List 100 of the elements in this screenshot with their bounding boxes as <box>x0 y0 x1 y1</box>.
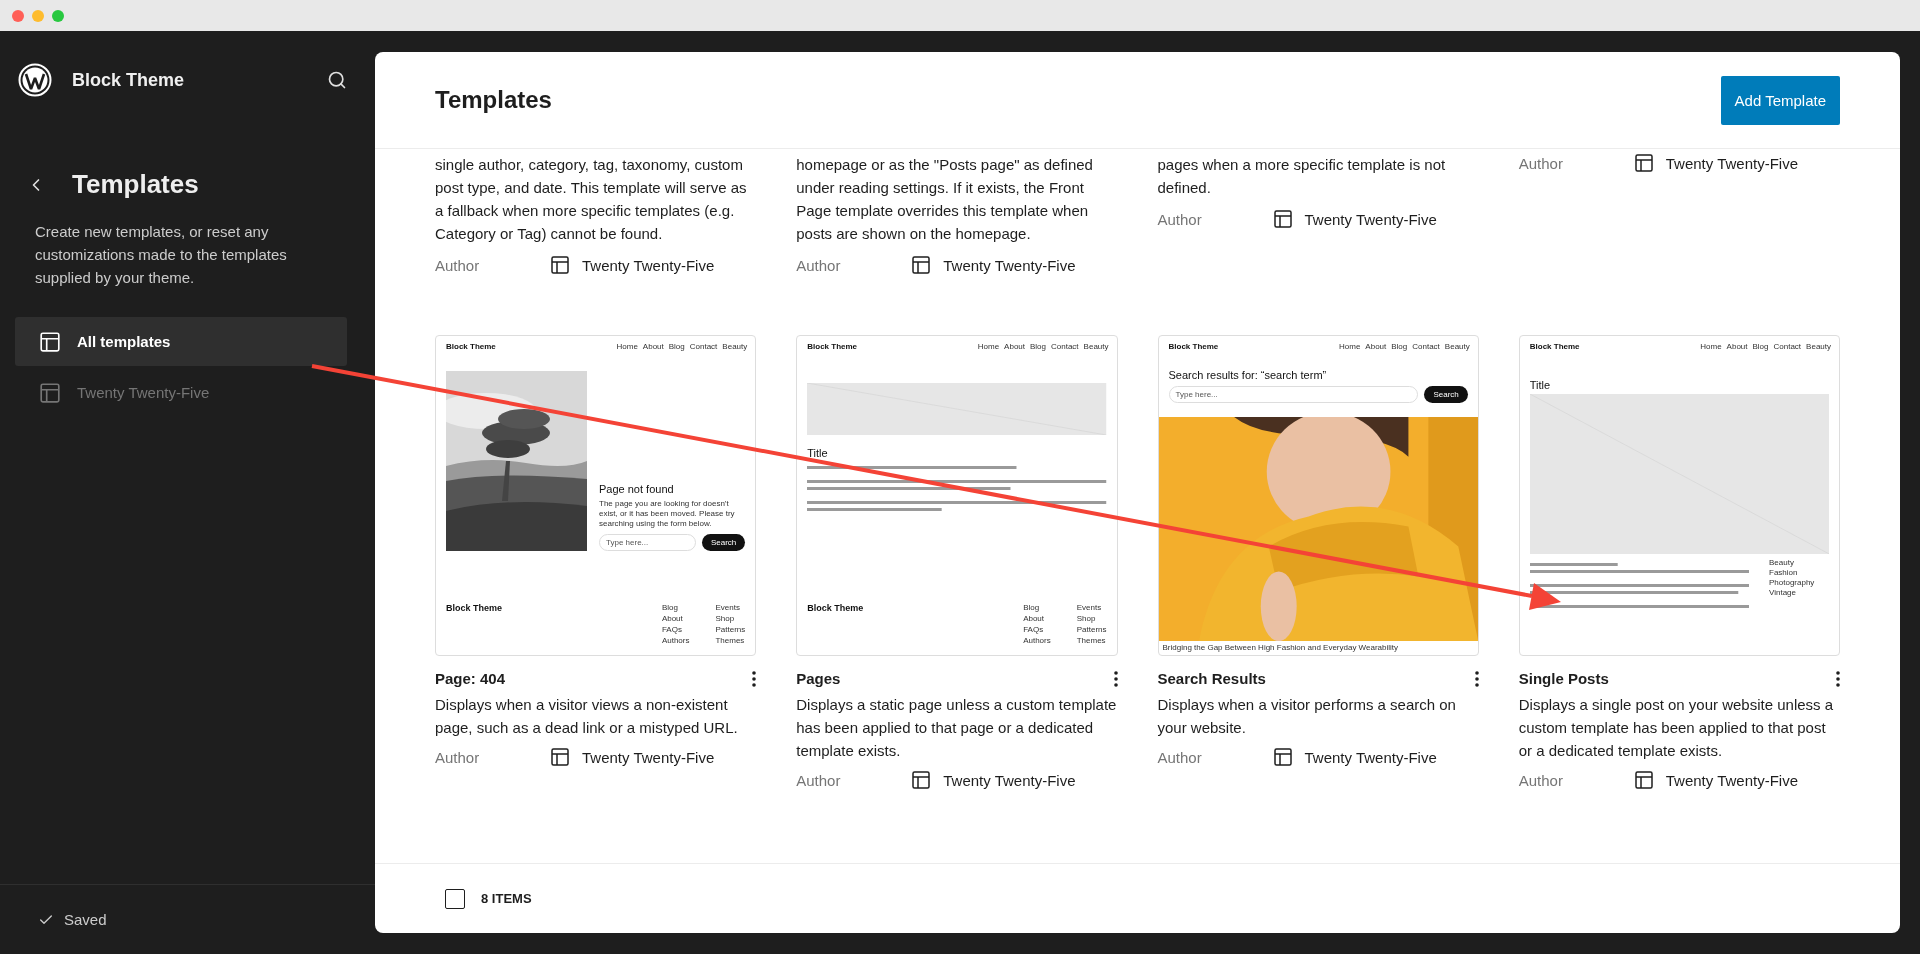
nav-link: Contact <box>1051 342 1079 351</box>
preview-tag: Vintage <box>1769 588 1829 598</box>
layout-icon <box>1272 747 1293 767</box>
layout-icon <box>550 747 570 767</box>
nav-link: Blog <box>1030 342 1046 351</box>
template-description: pages when a more specific template is not defined. <box>1157 155 1447 198</box>
nav-link: Home <box>616 342 638 351</box>
sidebar-heading: Templates <box>72 169 199 200</box>
save-status: Saved <box>64 911 107 928</box>
layout-icon <box>911 255 932 275</box>
template-preview[interactable]: Block Theme Home About Blog Contact Beauty Title Beauty Fashion Photography Vintage <box>1518 335 1840 656</box>
layout-icon <box>1272 209 1293 229</box>
select-all-checkbox[interactable] <box>445 888 465 909</box>
template-preview[interactable] <box>435 335 757 656</box>
preview-heading: Search results for: “search term” <box>1168 369 1328 381</box>
theme-name: Twenty Twenty-Five <box>943 256 1076 274</box>
template-description: homepage or as the "Posts page" as defined under reading settings. If it exists, the Front Page template overrides this template when posts are shown on the homepage. <box>796 155 1094 244</box>
preview-caption: Bridging the Gap Between High Fashion and Everyday Wearability <box>1161 642 1400 654</box>
preview-tag: Fashion <box>1769 568 1829 578</box>
item-count: 8 ITEMS <box>481 891 532 906</box>
site-title: Block Theme <box>807 342 858 351</box>
nav-link: About <box>642 342 664 351</box>
nav-link: Beauty <box>1444 342 1470 351</box>
more-options-button[interactable] <box>752 670 757 687</box>
nav-link: Contact <box>1773 342 1802 351</box>
nav-link: About <box>1004 342 1025 351</box>
layout-icon <box>550 255 570 275</box>
nav-link: Home <box>977 342 1000 351</box>
footer-link: Events <box>1076 603 1103 612</box>
footer-link: Authors <box>661 636 690 645</box>
more-icon <box>1474 670 1479 687</box>
preview-search-button: Search <box>1424 386 1468 403</box>
nav-link: Blog <box>1752 342 1769 351</box>
footer-link: Themes <box>715 636 746 645</box>
preview-heading: Page not found <box>599 483 675 495</box>
footer-link: Shop <box>1076 614 1097 623</box>
author-label: Author <box>1157 210 1203 228</box>
theme-name: Twenty Twenty-Five <box>1304 748 1437 766</box>
theme-name: Twenty Twenty-Five <box>582 256 715 274</box>
footer-link: Patterns <box>1076 625 1107 634</box>
preview-tag: Beauty <box>1769 558 1829 568</box>
more-icon <box>1113 670 1118 687</box>
author-label: Author <box>1518 154 1564 172</box>
footer-title: Block Theme <box>807 603 864 615</box>
template-title[interactable]: Search Results <box>1157 670 1266 687</box>
nav-link: Contact <box>1412 342 1440 351</box>
template-title[interactable]: Pages <box>796 670 841 687</box>
template-description: Displays a single post on your website unless a custom template has been applied to that post or a dedicated template exists. <box>1518 695 1835 761</box>
layout-icon <box>1633 770 1654 790</box>
search-icon <box>327 70 347 90</box>
site-title: Block Theme <box>446 342 496 351</box>
more-options-button[interactable] <box>1113 670 1118 687</box>
template-title[interactable]: Page: 404 <box>435 670 506 687</box>
layout-icon <box>911 770 932 790</box>
sidebar-item[interactable]: All templates <box>15 317 347 366</box>
preview-text: The page you are looking for doesn't exist, or it has been moved. Please try searching using the form below. <box>599 499 736 529</box>
template-description: Displays when a visitor performs a search on your website. <box>1157 695 1457 738</box>
footer-link: About <box>661 614 684 623</box>
nav-link: About <box>1365 342 1387 351</box>
footer-link: Authors <box>1023 636 1051 645</box>
nav-link: About <box>1726 342 1748 351</box>
nav-link: Beauty <box>1806 342 1831 351</box>
add-template-button[interactable]: Add Template <box>1720 75 1840 125</box>
theme-name: Twenty Twenty-Five <box>1304 210 1437 228</box>
wordpress-logo[interactable] <box>18 63 52 97</box>
nav-link: Blog <box>668 342 685 351</box>
template-description: single author, category, tag, taxonomy, custom post type, and date. This template will serve as a fallback when more specific templates (e.g. Category or Tag) cannot be found. <box>435 155 748 244</box>
theme-name: Twenty Twenty-Five <box>1665 154 1799 172</box>
nav-link: Beauty <box>722 342 748 351</box>
site-title: Block Theme <box>72 69 186 91</box>
nav-link: Home <box>1339 342 1361 351</box>
layout-icon <box>39 381 61 404</box>
author-label: Author <box>796 771 842 789</box>
more-options-button[interactable] <box>1474 670 1479 687</box>
more-options-button[interactable] <box>1836 670 1840 687</box>
author-label: Author <box>796 256 842 274</box>
author-label: Author <box>1157 748 1203 766</box>
template-title[interactable]: Single Posts <box>1518 670 1609 687</box>
theme-name: Twenty Twenty-Five <box>582 748 715 766</box>
template-preview[interactable]: Block Theme Home About Blog Contact Beauty Title Block Theme Blog About FAQs Authors Events Shop Patterns Themes <box>796 335 1118 656</box>
footer-link: About <box>1023 614 1046 623</box>
theme-name: Twenty Twenty-Five <box>943 771 1076 789</box>
sidebar-item[interactable]: Twenty Twenty-Five <box>15 368 347 417</box>
nav-link: Blog <box>1391 342 1408 351</box>
footer-link: Events <box>715 603 741 612</box>
more-icon <box>1836 670 1840 687</box>
template-description: Displays a static page unless a custom template has been applied to that page or a dedicated template exists. <box>796 695 1118 761</box>
footer-link: Blog <box>1023 603 1041 612</box>
page-title: Templates <box>435 86 552 114</box>
template-preview[interactable]: Block Theme Home About Blog Contact Beauty Search results for: “search term” Type here... Search Bridging the Gap Between High Fashion and Everyday Wearability <box>1157 335 1479 656</box>
more-icon <box>752 670 757 687</box>
template-description: Displays when a visitor views a non-existent page, such as a dead link or a mistyped URL. <box>435 695 739 738</box>
site-title: Block Theme <box>1529 342 1580 351</box>
footer-link: Themes <box>1076 636 1107 645</box>
footer-link: FAQs <box>661 625 683 634</box>
preview-search-button: Search <box>701 534 746 551</box>
site-title: Block Theme <box>1168 342 1219 351</box>
nav-link: Home <box>1700 342 1722 351</box>
footer-link: FAQs <box>1023 625 1045 634</box>
author-label: Author <box>1518 771 1564 789</box>
